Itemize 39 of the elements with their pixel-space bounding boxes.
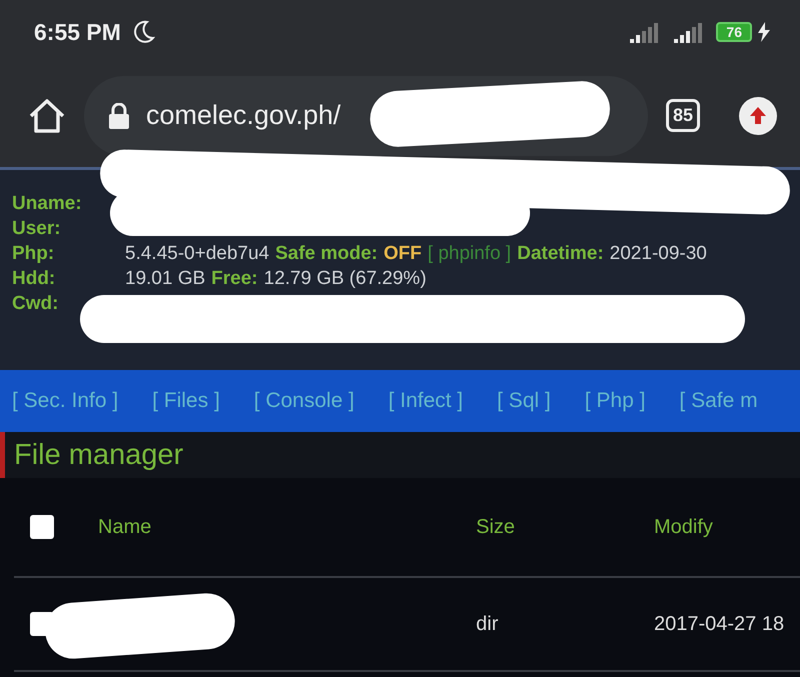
info-value: 2021-09-30: [610, 242, 707, 266]
lock-icon: [108, 102, 130, 128]
table-cell: dir: [476, 612, 498, 636]
info-label: User:: [12, 217, 62, 241]
nav-link[interactable]: [ Infect ]: [388, 389, 464, 413]
phpinfo-link[interactable]: [ phpinfo ]: [428, 242, 512, 266]
column-header[interactable]: Name: [98, 516, 152, 538]
moon-icon: [132, 20, 155, 44]
info-value: 19.01 GB: [125, 267, 206, 291]
info-label: Uname:: [12, 192, 83, 216]
info-label: Cwd:: [12, 292, 60, 316]
info-value: 12.79 GB (67.29%): [264, 267, 426, 291]
nav-link[interactable]: [ Safe m: [679, 389, 758, 413]
nav-link[interactable]: [ Php ]: [584, 389, 646, 413]
upload-icon[interactable]: [738, 96, 778, 136]
charging-icon: [758, 22, 770, 42]
url-text: comelec.gov.ph/: [146, 100, 341, 131]
info-label: Php:: [12, 242, 56, 266]
info-key: Free:: [211, 267, 258, 291]
section-title: File manager: [14, 438, 184, 472]
nav-link[interactable]: [ Sec. Info ]: [12, 389, 118, 413]
nav-link[interactable]: [ Files ]: [152, 389, 220, 413]
nav-link[interactable]: [ Console ]: [254, 389, 354, 413]
battery-level: 76: [716, 22, 752, 42]
status-time: 6:55 PM: [34, 18, 121, 46]
column-header[interactable]: Size: [476, 516, 515, 538]
info-value: 5.4.45-0+deb7u4: [125, 242, 270, 266]
signal-icon: [674, 21, 704, 43]
nav-link[interactable]: [ Sql ]: [497, 389, 551, 413]
info-value: OFF: [384, 242, 422, 266]
signal-icon: [630, 21, 660, 43]
table-cell: 2017-04-27 18: [654, 612, 784, 636]
column-header[interactable]: Modify: [654, 516, 713, 538]
select-all-checkbox[interactable]: [30, 515, 54, 539]
info-label: Hdd:: [12, 267, 56, 291]
info-key: Datetime:: [517, 242, 604, 266]
home-icon[interactable]: [28, 98, 66, 134]
info-key: Safe mode:: [275, 242, 378, 266]
tab-count[interactable]: 85: [666, 99, 700, 132]
